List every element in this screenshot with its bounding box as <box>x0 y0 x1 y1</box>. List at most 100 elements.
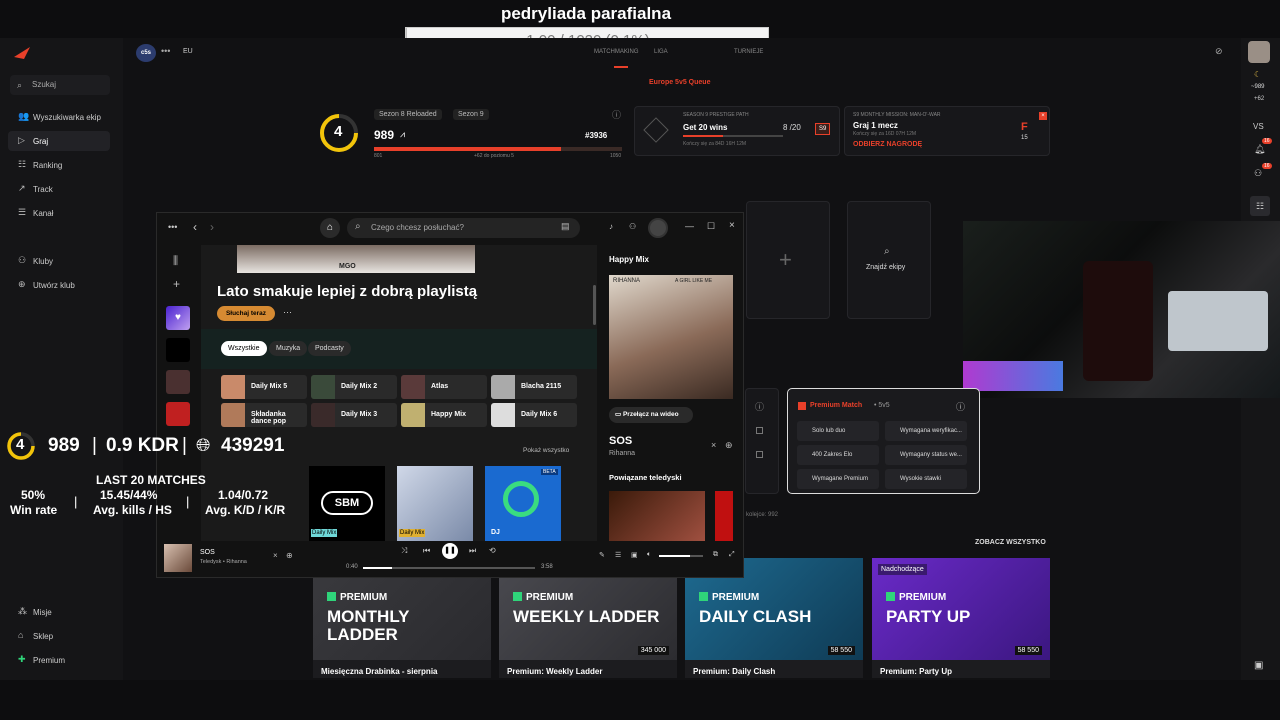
sidebar-item-ranking[interactable]: ☷ Ranking <box>8 155 110 175</box>
spotify-search[interactable]: ⌕ Czego chcesz posłuchać? ▤ <box>347 218 580 238</box>
add-icon[interactable]: ⊕ <box>286 551 293 560</box>
scrollbar[interactable] <box>593 285 596 325</box>
checkbox[interactable] <box>756 451 763 458</box>
premium-match-card[interactable]: Premium Match • 5v5 ⓘ Solo lub duo Wymag… <box>787 388 980 494</box>
previous-icon[interactable]: ⏮ <box>423 546 430 556</box>
back-icon[interactable]: ‹ <box>193 220 197 234</box>
lobby-slot-add[interactable]: + <box>746 201 830 319</box>
user-avatar-logo[interactable]: c5s <box>136 44 156 62</box>
season-chip-a[interactable]: Sezon 8 Reloaded <box>374 109 442 120</box>
liked-songs-cover[interactable]: ♥ <box>166 306 190 330</box>
home-button[interactable]: ⌂ <box>320 218 340 238</box>
mission-card[interactable]: S9 MONTHLY MISSION: MAN-O'-WAR Graj 1 me… <box>844 106 1050 156</box>
mission-close-icon[interactable]: × <box>1039 112 1047 120</box>
mix-card[interactable]: SBM Daily Mix <box>309 466 385 541</box>
hide-icon[interactable]: × <box>273 551 278 560</box>
tab-league[interactable]: LIGA <box>654 49 668 55</box>
info-icon[interactable]: ⓘ <box>612 108 621 121</box>
info-icon[interactable]: ⓘ <box>956 400 965 413</box>
menu-icon[interactable]: ••• <box>168 222 177 232</box>
shortcut-tile[interactable]: Daily Mix 3 <box>311 403 397 427</box>
seek-bar[interactable] <box>363 567 535 569</box>
sidebar-search[interactable]: ⌕ Szukaj <box>10 75 110 95</box>
region-label[interactable]: EU <box>183 48 193 55</box>
shortcut-tile[interactable]: Blacha 2115 <box>491 375 577 399</box>
see-all-link[interactable]: ZOBACZ WSZYSTKO <box>975 539 1046 546</box>
fullscreen-icon[interactable]: ⤢ <box>729 551 735 559</box>
user-avatar[interactable] <box>648 218 668 238</box>
show-all-link[interactable]: Pokaż wszystko <box>523 447 569 454</box>
sidebar-item-premium[interactable]: ✚ Premium <box>8 650 110 670</box>
lobby-slot-find[interactable]: ⌕ Znajdź ekipy <box>847 201 931 319</box>
switch-to-video-button[interactable]: ▭ Przełącz na wideo <box>609 407 693 423</box>
playlist-cover[interactable] <box>166 338 190 362</box>
promo-card-party[interactable]: Nadchodzące PREMIUM PARTY UP 58 550 Premium:… <box>872 558 1050 678</box>
volume-icon[interactable]: 🔈︎ <box>647 551 651 559</box>
shuffle-icon[interactable]: ⤨ <box>401 546 407 556</box>
now-playing-thumb[interactable] <box>164 544 192 572</box>
mic-icon[interactable]: ✎ <box>599 551 605 559</box>
rail-bottom-icon[interactable]: ▣ <box>1254 660 1263 671</box>
sidebar-item-missions[interactable]: ⁂ Misje <box>8 602 110 622</box>
checkbox[interactable] <box>756 427 763 434</box>
tab-matchmaking[interactable]: MATCHMAKING <box>594 49 639 55</box>
add-icon[interactable]: ⊕ <box>725 440 733 451</box>
info-icon[interactable]: ⓘ <box>755 400 764 413</box>
bell-icon[interactable]: ♪ <box>609 222 613 231</box>
sidebar-item-create-club[interactable]: ⊕ Utwórz klub <box>8 275 110 295</box>
library-icon[interactable]: ⫼ <box>173 255 178 268</box>
related-video-thumb[interactable] <box>715 491 733 541</box>
prestige-card[interactable]: SEASON 9 PRESTIGE PATH Get 20 wins 8 /20… <box>634 106 840 156</box>
chip-all[interactable]: Wszystkie <box>221 341 267 356</box>
more-options-icon[interactable]: ⋯ <box>283 307 292 318</box>
chip-music[interactable]: Muzyka <box>269 341 308 356</box>
sidebar-item-channel[interactable]: ☰ Kanał <box>8 203 110 223</box>
minimize-icon[interactable]: — <box>685 221 694 231</box>
season-chip-b[interactable]: Sezon 9 <box>453 109 489 120</box>
sidebar-item-track[interactable]: ↗ Track <box>8 179 110 199</box>
dj-card[interactable]: BETA DJ <box>485 466 561 541</box>
song-artist[interactable]: Rihanna <box>609 450 635 457</box>
notifications-off-icon[interactable]: ⊘ <box>1215 46 1223 57</box>
forward-icon[interactable]: › <box>210 220 214 234</box>
shortcut-tile[interactable]: Daily Mix 6 <box>491 403 577 427</box>
shortcut-tile[interactable]: Składanka dance pop <box>221 403 307 427</box>
rail-settings-icon[interactable]: ☷ <box>1250 196 1270 216</box>
close-icon[interactable]: × <box>729 220 735 231</box>
volume-bar[interactable] <box>659 555 703 557</box>
claim-reward-link[interactable]: ODBIERZ NAGRODĘ <box>853 141 922 148</box>
sidebar-item-clubs[interactable]: ⚇ Kluby <box>8 251 110 271</box>
next-icon[interactable]: ⏭ <box>469 546 476 556</box>
friends-icon[interactable]: ⚇ <box>629 222 636 231</box>
queue-icon[interactable]: ☰ <box>615 551 621 559</box>
playlist-cover[interactable] <box>166 402 190 426</box>
vs-label[interactable]: VS <box>1253 122 1264 131</box>
shortcut-tile[interactable]: Atlas <box>401 375 487 399</box>
maximize-icon[interactable]: ☐ <box>707 221 715 232</box>
spotify-window[interactable]: ••• ‹ › ⌂ ⌕ Czego chcesz posłuchać? ▤ ♪ … <box>156 212 744 578</box>
friends-icon[interactable]: ⚇ <box>1254 168 1262 179</box>
repeat-icon[interactable]: ⟲ <box>489 546 496 555</box>
shortcut-tile[interactable]: Happy Mix <box>401 403 487 427</box>
sidebar-item-team-finder[interactable]: 👥 Wyszukiwarka ekip <box>8 107 110 127</box>
shortcut-tile[interactable]: Daily Mix 5 <box>221 375 307 399</box>
listen-now-button[interactable]: Słuchaj teraz <box>217 306 275 321</box>
miniplayer-icon[interactable]: ⧉ <box>713 551 718 559</box>
pause-button[interactable]: ❚❚ <box>442 543 458 559</box>
chip-podcasts[interactable]: Podcasty <box>308 341 351 356</box>
playlist-cover[interactable] <box>166 370 190 394</box>
app-logo-icon[interactable] <box>14 46 30 59</box>
browse-icon[interactable]: ▤ <box>561 221 570 232</box>
shortcut-tile[interactable]: Daily Mix 2 <box>311 375 397 399</box>
mix-card[interactable]: Daily Mix <box>397 466 473 541</box>
close-icon[interactable]: × <box>711 440 716 450</box>
bell-icon[interactable]: 🔔︎ <box>1254 144 1265 155</box>
profile-avatar[interactable] <box>1248 41 1270 63</box>
add-icon[interactable]: + <box>173 277 180 291</box>
more-icon[interactable]: ••• <box>161 46 170 56</box>
sidebar-item-play[interactable]: ▷ Graj <box>8 131 110 151</box>
related-video-thumb[interactable] <box>609 491 705 541</box>
sidebar-item-shop[interactable]: ⌂ Sklep <box>8 626 110 646</box>
device-icon[interactable]: ▣ <box>631 551 638 559</box>
np-title[interactable]: SOS <box>200 549 215 556</box>
